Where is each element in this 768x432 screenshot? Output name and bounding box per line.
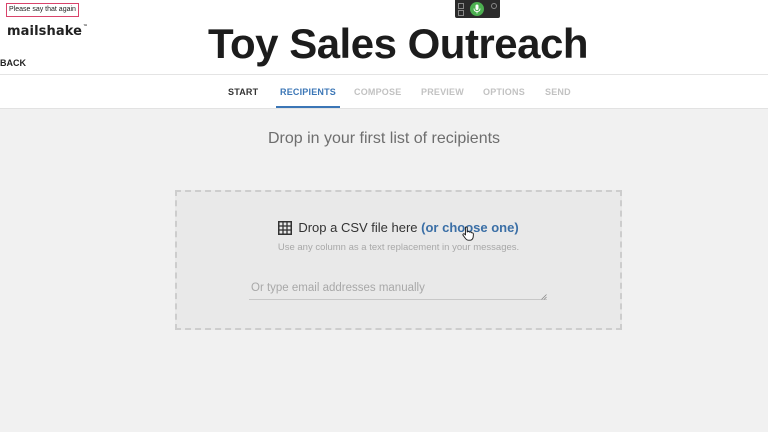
voice-control-widget xyxy=(455,0,500,18)
logo-trademark: ™ xyxy=(83,24,89,30)
speech-recognition-tooltip: Please say that again xyxy=(6,3,79,17)
back-link[interactable]: BACK xyxy=(0,58,26,68)
logo-text: mailshake xyxy=(7,24,83,39)
tab-compose[interactable]: COMPOSE xyxy=(354,75,401,108)
drop-csv-text: Drop a CSV file here xyxy=(298,220,422,235)
widget-settings-icon[interactable] xyxy=(458,3,464,9)
mailshake-logo[interactable]: mailshake™ xyxy=(7,24,88,39)
top-header: Please say that again mailshake™ BACK To… xyxy=(0,0,768,75)
hand-pointer-cursor-icon xyxy=(462,226,474,241)
widget-help-icon[interactable] xyxy=(491,3,497,9)
tab-preview[interactable]: PREVIEW xyxy=(421,75,464,108)
campaign-steps-nav: START RECIPIENTS COMPOSE PREVIEW OPTIONS… xyxy=(0,75,768,109)
mailshake-campaign-page: Please say that again mailshake™ BACK To… xyxy=(0,0,768,432)
manual-email-input[interactable] xyxy=(249,282,547,300)
drop-instructions: Drop a CSV file here (or choose one) xyxy=(177,218,620,238)
tab-recipients[interactable]: RECIPIENTS xyxy=(275,75,341,108)
tab-send[interactable]: SEND xyxy=(545,75,571,108)
tab-start[interactable]: START xyxy=(228,75,258,108)
campaign-title: Toy Sales Outreach xyxy=(207,20,589,67)
table-grid-icon xyxy=(278,221,293,235)
microphone-button[interactable] xyxy=(470,2,484,16)
csv-dropzone[interactable]: Drop a CSV file here (or choose one) Use… xyxy=(175,190,622,330)
textarea-resize-icon[interactable] xyxy=(541,294,547,300)
tab-options[interactable]: OPTIONS xyxy=(483,75,525,108)
recipients-headline: Drop in your first list of recipients xyxy=(267,130,501,147)
microphone-icon xyxy=(473,4,481,14)
column-replacement-hint: Use any column as a text replacement in … xyxy=(277,242,520,253)
widget-menu-icon[interactable] xyxy=(458,10,464,16)
